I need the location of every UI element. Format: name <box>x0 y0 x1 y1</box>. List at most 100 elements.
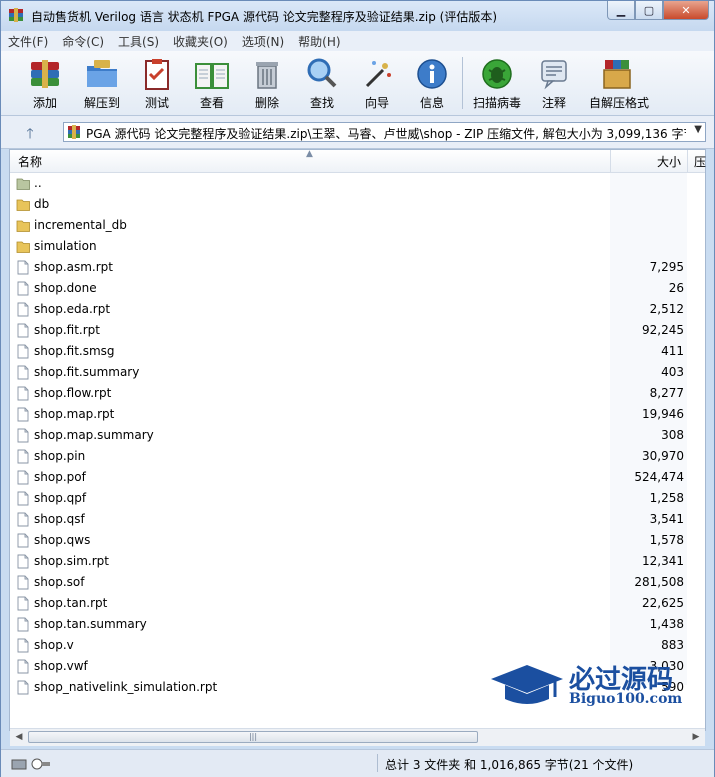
file-name: shop.done <box>34 281 97 295</box>
dropdown-arrow-icon[interactable]: ▼ <box>694 124 702 135</box>
file-row[interactable]: shop.flow.rpt 8,277 <box>10 383 705 404</box>
file-name: shop.vwf <box>34 659 88 673</box>
add-button[interactable]: 添加 <box>19 54 71 112</box>
file-row[interactable]: shop.qpf 1,258 <box>10 488 705 509</box>
find-button[interactable]: 查找 <box>296 54 348 112</box>
file-icon <box>17 554 29 569</box>
file-name: shop.tan.summary <box>34 617 147 631</box>
test-button[interactable]: 测试 <box>131 54 183 112</box>
file-size: 3,541 <box>649 512 684 526</box>
menu-item-5[interactable]: 帮助(H) <box>291 33 347 50</box>
file-icon <box>17 407 29 422</box>
file-icon <box>17 659 29 674</box>
view-button[interactable]: 查看 <box>186 54 238 112</box>
scrollbar-thumb[interactable]: ||| <box>28 731 478 743</box>
file-name: shop.pof <box>34 470 86 484</box>
title-bar[interactable]: 自动售货机 Verilog 语言 状态机 FPGA 源代码 论文完整程序及验证结… <box>1 1 714 31</box>
virus-scan-button[interactable]: 扫描病毒 <box>471 54 523 112</box>
file-row[interactable]: shop.fit.summary 403 <box>10 362 705 383</box>
file-name: incremental_db <box>34 218 127 232</box>
scroll-right-icon[interactable]: ▶ <box>688 730 704 745</box>
watermark-domain: Biguo100.com <box>569 691 683 707</box>
file-row[interactable]: shop.map.summary 308 <box>10 425 705 446</box>
file-row[interactable]: shop.v 883 <box>10 635 705 656</box>
file-icon <box>17 323 29 338</box>
file-name: shop.qws <box>34 533 91 547</box>
file-row[interactable]: shop.qws 1,578 <box>10 530 705 551</box>
column-packed-label: 压 <box>694 155 707 169</box>
maximize-button[interactable]: ▢ <box>635 1 663 20</box>
file-row[interactable]: incremental_db <box>10 215 705 236</box>
file-row[interactable]: shop.tan.summary 1,438 <box>10 614 705 635</box>
file-row[interactable]: shop.map.rpt 19,946 <box>10 404 705 425</box>
minimize-icon: ▁ <box>616 3 626 17</box>
bug-icon <box>482 59 512 89</box>
close-icon: ✕ <box>681 3 691 17</box>
winrar-app-icon <box>9 8 23 22</box>
view-book-icon <box>195 63 229 89</box>
delete-button[interactable]: 删除 <box>241 54 293 112</box>
file-row[interactable]: simulation <box>10 236 705 257</box>
info-button[interactable]: 信息 <box>406 54 458 112</box>
close-button[interactable]: ✕ <box>663 1 709 20</box>
file-row[interactable]: db <box>10 194 705 215</box>
file-name: shop.fit.smsg <box>34 344 115 358</box>
address-path: PGA 源代码 论文完整程序及验证结果.zip\王翠、马睿、卢世威\shop -… <box>86 127 686 141</box>
graduation-cap-icon <box>491 665 563 704</box>
file-row[interactable]: .. <box>10 173 705 194</box>
column-name-header[interactable]: 名称 <box>18 153 42 170</box>
file-row[interactable]: shop.sof 281,508 <box>10 572 705 593</box>
file-icon <box>17 365 29 380</box>
file-name: shop.qsf <box>34 512 85 526</box>
magnifier-icon <box>307 58 337 88</box>
menu-item-1[interactable]: 命令(C) <box>55 33 111 50</box>
sfx-button[interactable]: 自解压格式 <box>589 54 649 112</box>
column-size-header[interactable]: 大小 <box>610 150 687 172</box>
maximize-icon: ▢ <box>643 3 655 17</box>
file-icon <box>17 449 29 464</box>
file-row[interactable]: shop.fit.smsg 411 <box>10 341 705 362</box>
column-packed-header[interactable]: 压 <box>687 150 707 172</box>
file-name: shop.tan.rpt <box>34 596 108 610</box>
file-row[interactable]: shop.qsf 3,541 <box>10 509 705 530</box>
toolbar: 添加 解压到 测试 查看 删除 查找 向导 信息 扫描病毒 注释 自解压格式 <box>1 51 714 116</box>
test-clipboard-icon <box>145 59 169 90</box>
file-size: 26 <box>668 281 684 295</box>
sfx-box-icon <box>603 60 631 89</box>
menu-item-2[interactable]: 工具(S) <box>111 33 166 50</box>
file-name: shop.qpf <box>34 491 87 505</box>
scroll-left-icon[interactable]: ◀ <box>11 730 27 745</box>
file-row[interactable]: shop.eda.rpt 2,512 <box>10 299 705 320</box>
file-size: 30,970 <box>642 449 684 463</box>
file-name: shop.pin <box>34 449 86 463</box>
menu-item-4[interactable]: 选项(N) <box>235 33 291 50</box>
file-name: shop.v <box>34 638 74 652</box>
file-icon <box>17 281 29 296</box>
file-row[interactable]: shop.fit.rpt 92,245 <box>10 320 705 341</box>
file-row[interactable]: shop.done 26 <box>10 278 705 299</box>
horizontal-scrollbar[interactable]: ◀ ||| ▶ <box>10 728 705 746</box>
up-one-level-button[interactable]: 🡑 <box>19 123 41 142</box>
arrow-up-icon: 🡑 <box>26 126 34 142</box>
file-icon <box>17 491 29 506</box>
file-row[interactable]: shop.asm.rpt 7,295 <box>10 257 705 278</box>
address-field[interactable]: PGA 源代码 论文完整程序及验证结果.zip\王翠、马睿、卢世威\shop -… <box>63 122 706 142</box>
file-row[interactable]: shop.pin 30,970 <box>10 446 705 467</box>
file-name: shop.flow.rpt <box>34 386 112 400</box>
menu-item-3[interactable]: 收藏夹(O) <box>166 33 235 50</box>
file-row[interactable]: shop.sim.rpt 12,341 <box>10 551 705 572</box>
extract-to-button[interactable]: 解压到 <box>76 54 128 112</box>
file-list[interactable]: 名称 ▲ 大小 压 .. db incremental_db simulation sh… <box>9 149 707 746</box>
wizard-button[interactable]: 向导 <box>351 54 403 112</box>
file-size: 403 <box>661 365 684 379</box>
minimize-button[interactable]: ▁ <box>607 1 635 20</box>
menu-item-0[interactable]: 文件(F) <box>1 33 55 50</box>
add-archive-icon <box>31 60 59 88</box>
file-icon <box>17 512 29 527</box>
info-icon <box>417 59 447 89</box>
file-name: simulation <box>34 239 97 253</box>
file-name: db <box>34 197 50 211</box>
file-row[interactable]: shop.pof 524,474 <box>10 467 705 488</box>
comment-button[interactable]: 注释 <box>528 54 580 112</box>
file-row[interactable]: shop.tan.rpt 22,625 <box>10 593 705 614</box>
